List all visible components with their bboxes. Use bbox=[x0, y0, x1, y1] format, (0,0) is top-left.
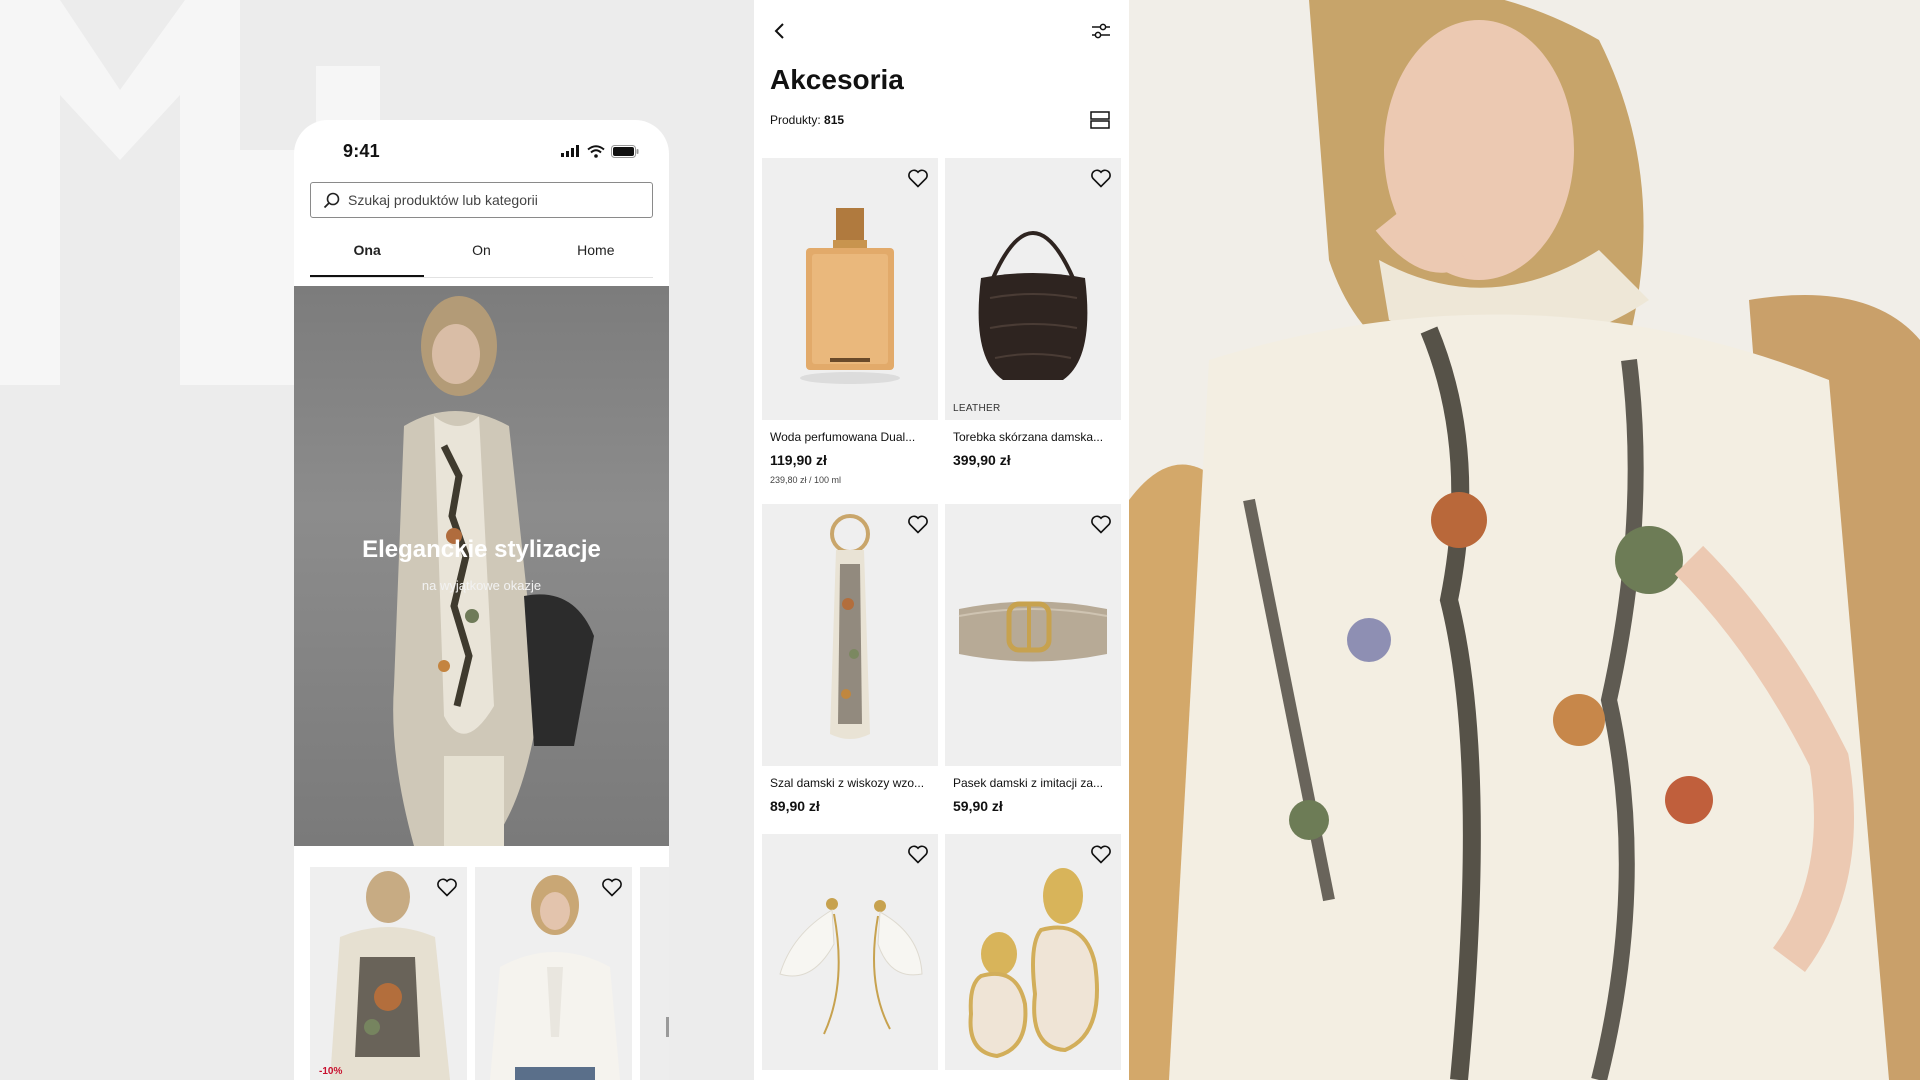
earrings-pearl-image bbox=[968, 868, 1099, 1059]
product-image-container bbox=[945, 834, 1121, 1070]
search-input[interactable] bbox=[348, 192, 640, 208]
favorite-heart-icon[interactable] bbox=[906, 842, 930, 866]
product-image-container bbox=[762, 158, 938, 420]
product-card[interactable] bbox=[762, 834, 938, 1070]
product-image-container bbox=[762, 504, 938, 766]
favorite-heart-icon[interactable] bbox=[435, 875, 459, 899]
layout-toggle-icon[interactable] bbox=[1089, 110, 1111, 130]
product-name: Torebka skórzana damska... bbox=[953, 430, 1104, 444]
product-image-container bbox=[762, 834, 938, 1070]
earrings-petal-image bbox=[779, 898, 923, 1035]
favorite-heart-icon[interactable] bbox=[1089, 166, 1113, 190]
hero-text: Eleganckie stylizacje na wyjątkowe okazj… bbox=[294, 536, 669, 593]
product-count-label: Produkty: bbox=[770, 113, 821, 127]
handbag-image bbox=[978, 231, 1088, 380]
featured-product-card-partial[interactable] bbox=[640, 867, 669, 1080]
product-card[interactable]: Szal damski z wiskozy wzo... 89,90 zł bbox=[762, 504, 938, 834]
featured-product-card[interactable]: -10% bbox=[310, 867, 467, 1080]
product-card[interactable] bbox=[945, 834, 1121, 1070]
tab-on[interactable]: On bbox=[424, 228, 538, 277]
product-price: 119,90 zł bbox=[770, 452, 827, 468]
catalog-meta: Produkty: 815 bbox=[754, 110, 1129, 130]
tab-home[interactable]: Home bbox=[539, 228, 653, 277]
hero-subtitle: na wyjątkowe okazje bbox=[421, 578, 542, 593]
catalog-top-bar bbox=[754, 0, 1129, 62]
signal-icon bbox=[561, 145, 579, 157]
product-price: 399,90 zł bbox=[953, 452, 1011, 468]
model-photo-illustration bbox=[1129, 0, 1920, 1080]
hero-banner[interactable]: Eleganckie stylizacje na wyjątkowe okazj… bbox=[294, 286, 669, 846]
back-arrow-icon[interactable] bbox=[770, 21, 790, 41]
discount-badge: -10% bbox=[319, 1066, 343, 1077]
scarf-image bbox=[830, 514, 870, 739]
product-name: Szal damski z wiskozy wzo... bbox=[770, 776, 925, 790]
home-phone-screen: 9:41 Ona On Home Eleganckie styliza bbox=[294, 120, 669, 1080]
favorite-heart-icon[interactable] bbox=[906, 512, 930, 536]
search-icon bbox=[323, 192, 340, 208]
product-name: Woda perfumowana Dual... bbox=[770, 430, 916, 444]
wifi-icon bbox=[587, 144, 605, 158]
catalog-screen: Akcesoria Produkty: 815 Woda perfumowana bbox=[754, 0, 1129, 1080]
product-unit-price: 239,80 zł / 100 ml bbox=[770, 475, 842, 485]
favorite-heart-icon[interactable] bbox=[1089, 512, 1113, 536]
campaign-model-photo bbox=[1129, 0, 1920, 1080]
perfume-bottle-image bbox=[800, 208, 900, 384]
featured-products-row: -10% bbox=[310, 867, 669, 1080]
favorite-heart-icon[interactable] bbox=[600, 875, 624, 899]
gender-tabs: Ona On Home bbox=[310, 228, 653, 278]
status-icons bbox=[561, 144, 639, 158]
search-bar[interactable] bbox=[310, 182, 653, 218]
belt-image bbox=[958, 601, 1108, 662]
product-price: 59,90 zł bbox=[953, 798, 1003, 814]
product-card[interactable]: LEATHER Torebka skórzana damska... 399,9… bbox=[945, 158, 1121, 504]
catalog-title: Akcesoria bbox=[770, 64, 904, 95]
product-name: Pasek damski z imitacji za... bbox=[953, 776, 1104, 790]
featured-product-card[interactable] bbox=[475, 867, 632, 1080]
product-card[interactable]: Woda perfumowana Dual... 119,90 zł 239,8… bbox=[762, 158, 938, 504]
product-card[interactable]: Pasek damski z imitacji za... 59,90 zł bbox=[945, 504, 1121, 834]
tab-ona[interactable]: Ona bbox=[310, 228, 425, 277]
product-count: Produkty: 815 bbox=[770, 113, 844, 127]
material-tag: LEATHER bbox=[953, 403, 1001, 414]
product-image-container: LEATHER bbox=[945, 158, 1121, 420]
status-time: 9:41 bbox=[343, 140, 380, 161]
filter-icon[interactable] bbox=[1091, 22, 1111, 40]
battery-icon bbox=[611, 144, 639, 158]
favorite-heart-icon[interactable] bbox=[906, 166, 930, 190]
product-grid: Woda perfumowana Dual... 119,90 zł 239,8… bbox=[762, 158, 1121, 1070]
hero-title: Eleganckie stylizacje bbox=[362, 536, 601, 563]
status-bar: 9:41 bbox=[294, 120, 669, 182]
product-image-container bbox=[945, 504, 1121, 766]
product-count-value: 815 bbox=[824, 113, 845, 127]
product-image bbox=[640, 867, 669, 1080]
favorite-heart-icon[interactable] bbox=[1089, 842, 1113, 866]
product-price: 89,90 zł bbox=[770, 798, 820, 814]
